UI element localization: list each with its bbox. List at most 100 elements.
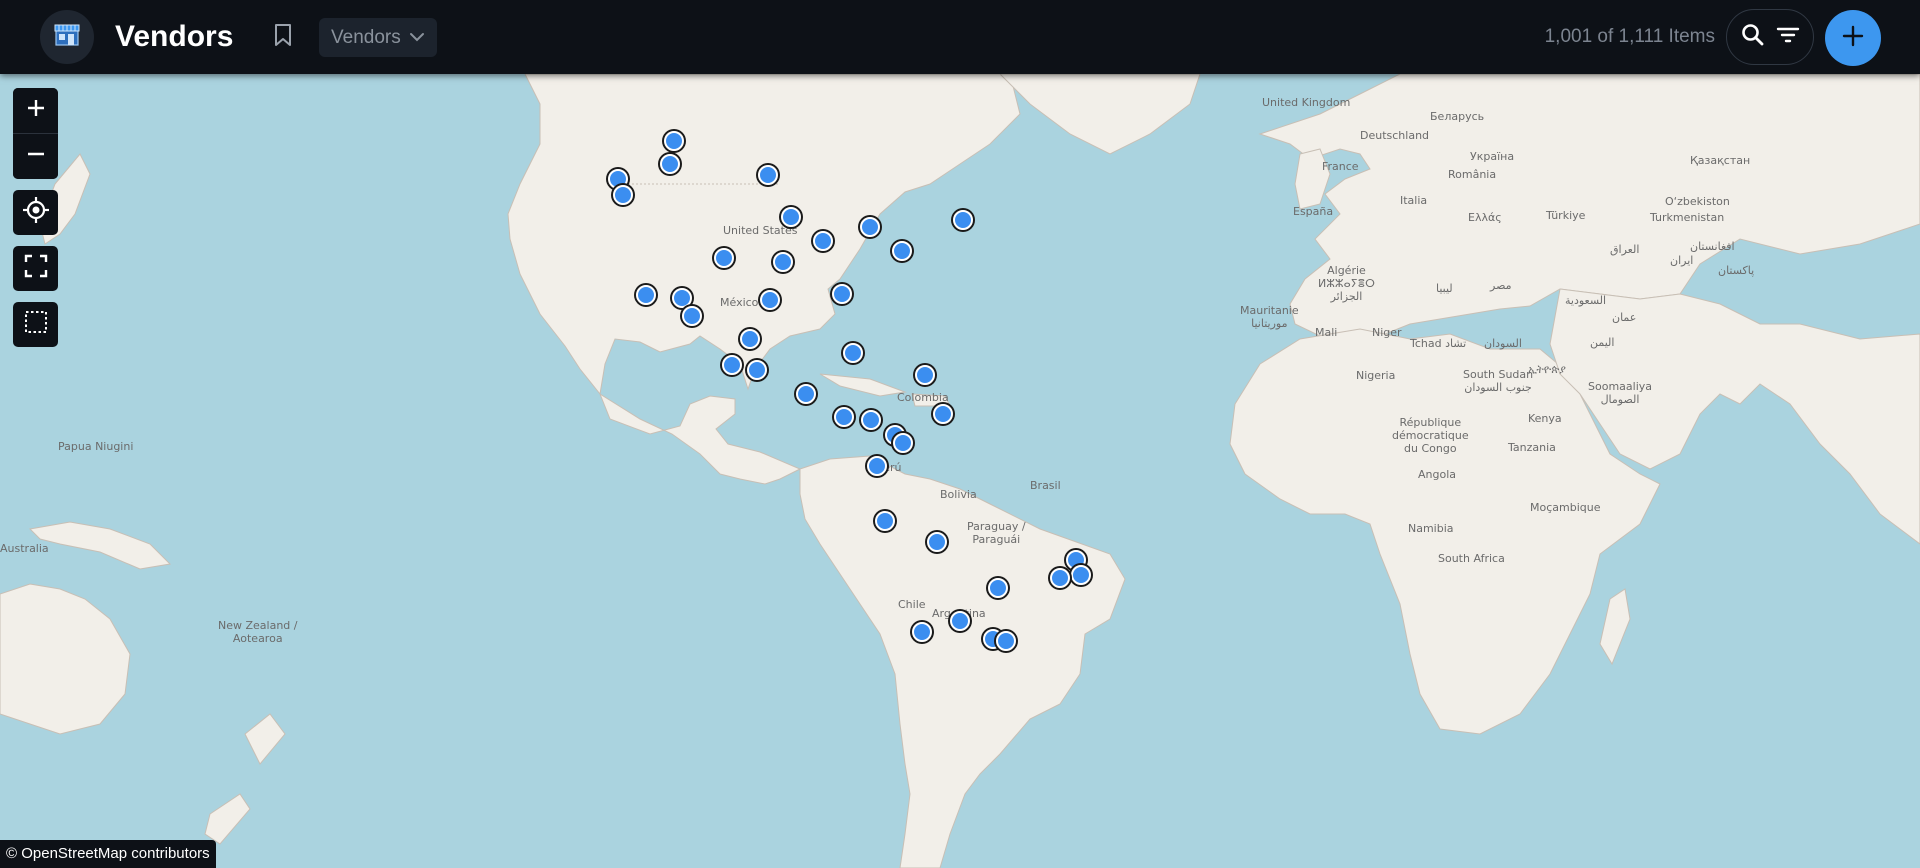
map-controls — [13, 88, 58, 347]
vendor-marker[interactable] — [912, 622, 932, 642]
vendor-marker[interactable] — [1071, 565, 1091, 585]
map-label: Brasil — [1030, 479, 1061, 492]
world-basemap — [0, 74, 1920, 868]
vendor-marker[interactable] — [915, 365, 935, 385]
vendor-marker[interactable] — [660, 154, 680, 174]
vendor-marker[interactable] — [747, 360, 767, 380]
select-area-button[interactable] — [13, 302, 58, 347]
add-vendor-button[interactable] — [1825, 10, 1881, 66]
vendor-marker[interactable] — [773, 252, 793, 272]
zoom-out-button[interactable] — [13, 134, 58, 179]
vendor-marker[interactable] — [834, 407, 854, 427]
map-label: ليبيا — [1436, 282, 1453, 295]
map-label: Soomaaliya الصومال — [1588, 380, 1653, 406]
map-label: Chile — [898, 598, 926, 611]
map-label: Italia — [1400, 194, 1428, 207]
bookmark-icon — [273, 23, 293, 52]
zoom-in-icon — [25, 97, 47, 124]
fullscreen-button[interactable] — [13, 246, 58, 291]
vendor-marker[interactable] — [613, 185, 633, 205]
map-label: Colombia — [897, 391, 949, 404]
map-label: Kenya — [1528, 412, 1562, 425]
vendor-marker[interactable] — [682, 306, 702, 326]
map-label: Turkmenistan — [1650, 211, 1725, 224]
chevron-down-icon — [409, 27, 425, 49]
map-label: افغانستان — [1690, 240, 1735, 253]
zoom-in-button[interactable] — [13, 88, 58, 134]
map-label: Ελλάς — [1468, 211, 1502, 224]
plus-icon — [1841, 24, 1865, 53]
app-root: Vendors Vendors 1,001 of 1,111 Items Uni… — [0, 0, 1920, 868]
map-label: السودان — [1484, 337, 1522, 350]
map-label: ኢትዮጵያ — [1528, 363, 1566, 376]
search-button[interactable] — [1737, 21, 1769, 53]
vendor-marker[interactable] — [813, 231, 833, 251]
australia-landmass — [0, 583, 131, 735]
bookmark-button[interactable] — [268, 22, 298, 52]
map-label: Bolivia — [940, 488, 977, 501]
app-avatar[interactable] — [40, 10, 94, 64]
vendor-marker[interactable] — [714, 248, 734, 268]
vendor-marker[interactable] — [664, 131, 684, 151]
map-label: اليمن — [1590, 336, 1615, 349]
map-label: République démocratique du Congo — [1392, 416, 1469, 455]
vendor-marker[interactable] — [672, 288, 692, 308]
vendor-marker[interactable] — [892, 241, 912, 261]
map-label: Deutschland — [1360, 129, 1430, 142]
vendor-marker[interactable] — [636, 285, 656, 305]
map-label: New Zealand / Aotearoa — [218, 619, 298, 645]
south-america-landmass — [799, 455, 1126, 868]
vendor-marker[interactable] — [867, 456, 887, 476]
map-label: México — [720, 296, 759, 309]
locate-button[interactable] — [13, 190, 58, 235]
vendor-marker[interactable] — [893, 433, 913, 453]
view-selector[interactable]: Vendors — [319, 18, 437, 57]
top-bar: Vendors Vendors 1,001 of 1,111 Items — [0, 0, 1920, 74]
filter-button[interactable] — [1772, 21, 1804, 53]
vendor-marker[interactable] — [740, 329, 760, 349]
vendor-marker[interactable] — [861, 410, 881, 430]
vendor-marker[interactable] — [781, 207, 801, 227]
map-label: Україна — [1470, 150, 1515, 163]
search-icon — [1740, 22, 1766, 53]
vendor-marker[interactable] — [1050, 568, 1070, 588]
vendor-marker[interactable] — [722, 355, 742, 375]
madagascar-island — [1599, 588, 1631, 666]
map-attribution[interactable]: © OpenStreetMap contributors — [0, 840, 216, 868]
vendor-marker[interactable] — [796, 384, 816, 404]
map-label: Tchad تشاد — [1410, 337, 1467, 350]
vendor-marker[interactable] — [860, 217, 880, 237]
vendor-marker[interactable] — [988, 578, 1008, 598]
vendor-marker[interactable] — [933, 404, 953, 424]
map-label: Nigeria — [1356, 369, 1396, 382]
vendor-marker[interactable] — [927, 532, 947, 552]
papua-island — [28, 521, 172, 570]
search-filter-group — [1726, 9, 1814, 65]
vendor-marker[interactable] — [953, 210, 973, 230]
cuba-island — [819, 373, 907, 397]
map-label: Algérie ⵍⵣⵣⴰⵢⴻⵔ الجزائر — [1318, 264, 1375, 303]
uk-island — [1294, 148, 1331, 210]
vendor-marker[interactable] — [832, 284, 852, 304]
vendor-marker[interactable] — [843, 343, 863, 363]
locate-icon — [22, 196, 50, 229]
map-label: Namibia — [1408, 522, 1454, 535]
vendor-marker[interactable] — [758, 165, 778, 185]
vendor-marker[interactable] — [950, 611, 970, 631]
map-label: France — [1322, 160, 1359, 173]
vendor-map[interactable]: United Kingdom Беларусь Deutschland Укра… — [0, 74, 1920, 868]
vendor-marker[interactable] — [996, 631, 1016, 651]
map-label: South Africa — [1438, 552, 1505, 565]
map-label: عمان — [1612, 311, 1637, 324]
map-label: Türkiye — [1546, 209, 1586, 222]
vendor-marker[interactable] — [875, 511, 895, 531]
page-title: Vendors — [115, 20, 234, 53]
map-label: Tanzania — [1508, 441, 1556, 454]
map-label: Angola — [1418, 468, 1457, 481]
map-label: Mauritanie موريتانيا — [1240, 304, 1299, 330]
vendor-marker[interactable] — [760, 290, 780, 310]
view-selector-label: Vendors — [331, 26, 401, 48]
map-label: Niger — [1372, 326, 1402, 339]
map-label: Moçambique — [1530, 501, 1601, 514]
item-count: 1,001 of 1,111 Items — [1544, 26, 1715, 47]
